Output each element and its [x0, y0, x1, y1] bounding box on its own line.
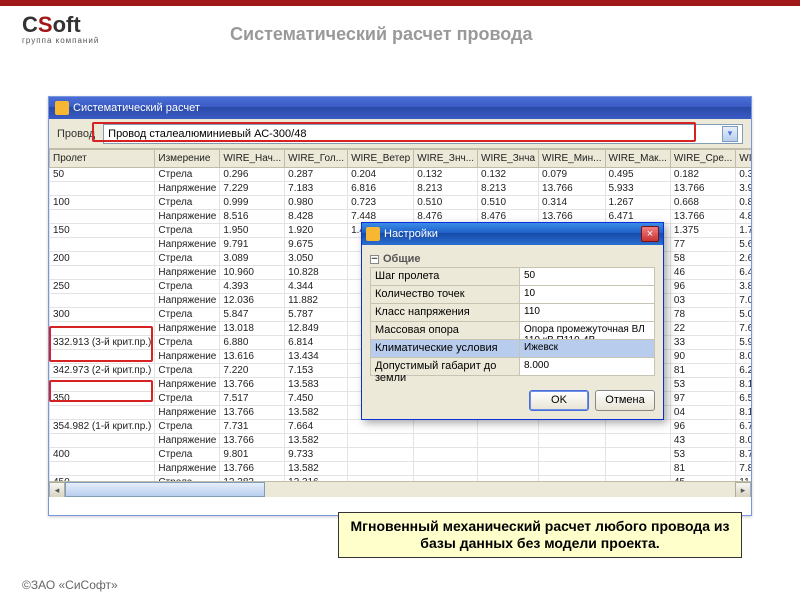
column-header[interactable]: WIRE_Нач...	[220, 150, 285, 168]
table-row[interactable]: Напряжение13.76613.582438.056	[50, 434, 752, 448]
column-header[interactable]: Пролет	[50, 150, 155, 168]
table-row[interactable]: Напряжение13.76613.582817.886	[50, 462, 752, 476]
section-general[interactable]: − Общие	[370, 251, 655, 268]
toolbar: Провод Провод сталеалюминиевый АС-300/48…	[49, 119, 751, 149]
property-key: Класс напряжения	[370, 304, 520, 322]
wire-select-value: Провод сталеалюминиевый АС-300/48	[108, 128, 306, 140]
column-header[interactable]: WIRE_Мин...	[539, 150, 605, 168]
copyright: ©ЗАО «СиСофт»	[22, 578, 118, 592]
property-value[interactable]: Опора промежуточная ВЛ 110 кВ П110-4В	[520, 322, 655, 340]
table-row[interactable]: Напряжение7.2297.1836.8168.2138.21313.76…	[50, 182, 752, 196]
window-titlebar[interactable]: Систематический расчет	[49, 97, 751, 119]
property-key: Допустимый габарит до земли	[370, 358, 520, 376]
column-header[interactable]: WIRE_15_...	[736, 150, 751, 168]
property-row[interactable]: Массовая опораОпора промежуточная ВЛ 110…	[370, 322, 655, 340]
table-row[interactable]: 400Стрела9.8019.733538.781	[50, 448, 752, 462]
property-key: Шаг пролета	[370, 268, 520, 286]
scroll-right-button[interactable]: ▸	[735, 482, 751, 497]
settings-dialog: Настройки × − Общие Шаг пролета50Количес…	[361, 222, 664, 420]
close-icon[interactable]: ×	[641, 226, 659, 242]
wire-label: Провод	[57, 128, 95, 140]
column-header[interactable]: WIRE_Знча	[478, 150, 539, 168]
logo: CSoft группа компаний	[22, 12, 99, 45]
property-row[interactable]: Количество точек10	[370, 286, 655, 304]
wire-select[interactable]: Провод сталеалюминиевый АС-300/48 ▾	[103, 124, 743, 144]
column-header[interactable]: WIRE_Мак...	[605, 150, 670, 168]
property-key: Массовая опора	[370, 322, 520, 340]
property-key: Климатические условия	[370, 340, 520, 358]
table-row[interactable]: 100Стрела0.9990.9800.7230.5100.5100.3141…	[50, 196, 752, 210]
scroll-left-button[interactable]: ◂	[49, 482, 65, 497]
table-row[interactable]: 50Стрела0.2960.2870.2040.1320.1320.0790.…	[50, 168, 752, 182]
cancel-button[interactable]: Отмена	[595, 390, 655, 411]
ok-button[interactable]: OK	[529, 390, 589, 411]
column-header[interactable]: WIRE_Ветер	[348, 150, 414, 168]
scroll-thumb[interactable]	[65, 482, 265, 497]
column-header[interactable]: WIRE_Сре...	[670, 150, 735, 168]
property-value[interactable]: Ижевск	[520, 340, 655, 358]
chevron-down-icon[interactable]: ▾	[722, 126, 738, 142]
horizontal-scrollbar[interactable]: ◂ ▸	[49, 481, 751, 497]
settings-icon	[366, 227, 380, 241]
property-row[interactable]: Климатические условияИжевск	[370, 340, 655, 358]
property-value[interactable]: 50	[520, 268, 655, 286]
property-value[interactable]: 110	[520, 304, 655, 322]
property-row[interactable]: Класс напряжения110	[370, 304, 655, 322]
property-value[interactable]: 10	[520, 286, 655, 304]
column-header[interactable]: WIRE_Гол...	[285, 150, 348, 168]
property-value[interactable]: 8.000	[520, 358, 655, 376]
column-header[interactable]: WIRE_Знч...	[414, 150, 478, 168]
app-icon	[55, 101, 69, 115]
column-header[interactable]: Измерение	[155, 150, 220, 168]
property-row[interactable]: Шаг пролета50	[370, 268, 655, 286]
table-row[interactable]: 354.982 (1-й крит.пр.)Стрела7.7317.66496…	[50, 420, 752, 434]
dialog-title: Настройки	[384, 228, 438, 240]
slide-title: Систематический расчет провода	[230, 24, 532, 45]
property-row[interactable]: Допустимый габарит до земли8.000	[370, 358, 655, 376]
dialog-titlebar[interactable]: Настройки ×	[362, 223, 663, 245]
callout-box: Мгновенный механический расчет любого пр…	[338, 512, 742, 558]
collapse-icon[interactable]: −	[370, 255, 379, 264]
window-title: Систематический расчет	[73, 102, 200, 114]
property-key: Количество точек	[370, 286, 520, 304]
